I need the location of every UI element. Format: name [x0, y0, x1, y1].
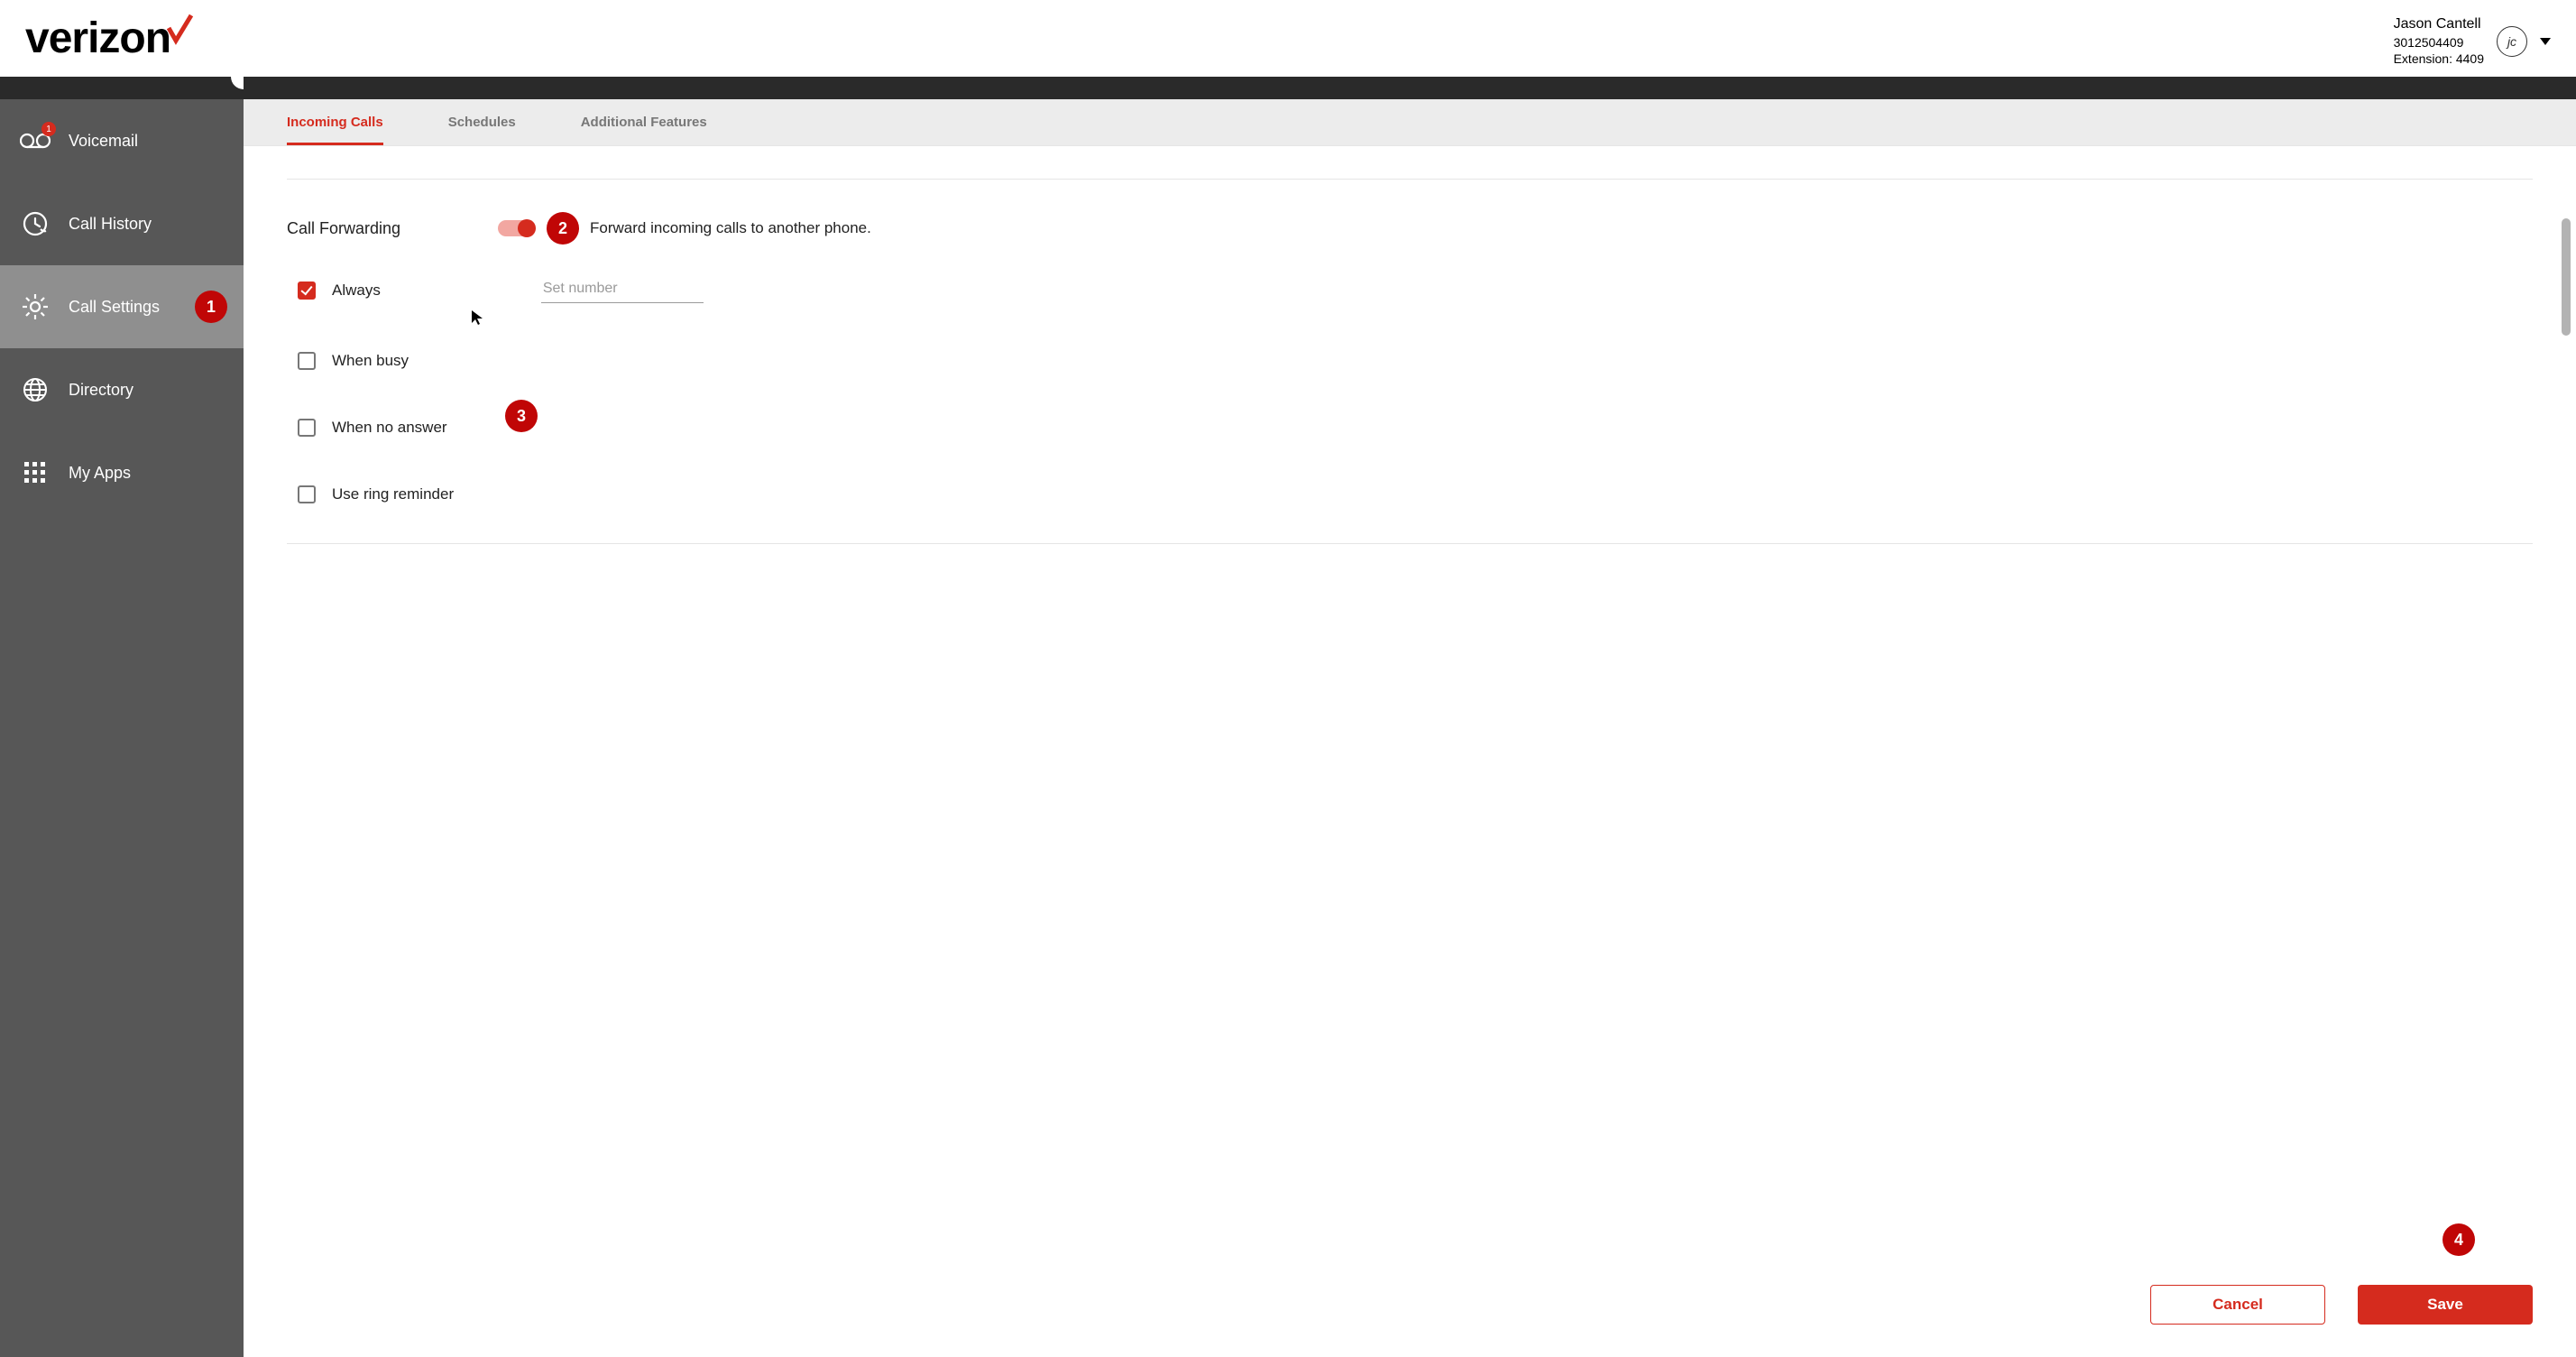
sidebar-item-voicemail[interactable]: 1 Voicemail — [0, 99, 244, 182]
user-menu-caret-icon[interactable] — [2540, 38, 2551, 45]
annotation-step-2: 2 — [547, 212, 579, 245]
sidebar-item-label: Directory — [69, 381, 133, 400]
annotation-step-4: 4 — [2443, 1223, 2475, 1256]
sidebar-item-label: My Apps — [69, 464, 131, 483]
user-extension: Extension: 4409 — [2394, 51, 2484, 68]
cursor-icon — [471, 309, 483, 326]
option-no-answer-row: When no answer — [298, 419, 2533, 437]
option-ring-reminder-row: Use ring reminder — [298, 485, 2533, 503]
settings-panel: Call Forwarding 2 Forward incoming calls… — [244, 146, 2576, 1260]
sidebar-item-my-apps[interactable]: My Apps — [0, 431, 244, 514]
tab-additional-features[interactable]: Additional Features — [581, 100, 707, 145]
option-label: Use ring reminder — [332, 485, 454, 503]
checkbox-ring-reminder[interactable] — [298, 485, 316, 503]
apps-grid-icon — [20, 457, 51, 488]
checkbox-always[interactable] — [298, 282, 316, 300]
cancel-button[interactable]: Cancel — [2150, 1285, 2325, 1325]
option-always-row: Always — [298, 277, 2533, 303]
checkbox-when-busy[interactable] — [298, 352, 316, 370]
tabs-bar: Incoming Calls Schedules Additional Feat… — [244, 99, 2576, 146]
call-history-icon — [20, 208, 51, 239]
set-number-input[interactable] — [541, 277, 704, 303]
call-forwarding-toggle[interactable] — [498, 220, 534, 236]
content-area: Incoming Calls Schedules Additional Feat… — [244, 77, 2576, 1357]
scrollbar-thumb[interactable] — [2562, 218, 2571, 336]
option-label: When busy — [332, 352, 409, 370]
sidebar-item-call-settings[interactable]: Call Settings 1 — [0, 265, 244, 348]
sidebar-item-label: Voicemail — [69, 132, 138, 151]
save-button[interactable]: Save — [2358, 1285, 2533, 1325]
user-info: Jason Cantell 3012504409 Extension: 4409 — [2394, 14, 2484, 68]
action-bar: 4 Cancel Save — [244, 1260, 2576, 1357]
checkbox-when-no-answer[interactable] — [298, 419, 316, 437]
user-phone: 3012504409 — [2394, 34, 2484, 51]
forwarding-options: Always When busy When no answer — [298, 277, 2533, 503]
sidebar-item-call-history[interactable]: Call History — [0, 182, 244, 265]
sidebar-item-label: Call Settings — [69, 298, 160, 317]
tab-schedules[interactable]: Schedules — [448, 100, 516, 145]
voicemail-badge: 1 — [41, 122, 56, 136]
sidebar-top-strip — [0, 77, 244, 99]
brand-text: verizon — [25, 17, 170, 60]
user-name: Jason Cantell — [2394, 14, 2484, 34]
avatar[interactable]: jc — [2497, 26, 2527, 57]
sidebar-item-label: Call History — [69, 215, 152, 234]
brand-logo: verizon — [25, 17, 194, 65]
gear-icon — [20, 291, 51, 322]
sidebar: 1 Voicemail Call History — [0, 77, 244, 1357]
section-description: Forward incoming calls to another phone. — [590, 219, 871, 237]
topbar: verizon Jason Cantell 3012504409 Extensi… — [0, 0, 2576, 77]
verizon-check-icon — [167, 14, 194, 61]
section-title: Call Forwarding — [287, 219, 440, 238]
globe-icon — [20, 374, 51, 405]
user-block: Jason Cantell 3012504409 Extension: 4409… — [2394, 14, 2551, 68]
section-call-forwarding: Call Forwarding 2 Forward incoming calls… — [287, 179, 2533, 543]
annotation-step-1: 1 — [195, 291, 227, 323]
sidebar-item-directory[interactable]: Directory — [0, 348, 244, 431]
voicemail-icon: 1 — [20, 125, 51, 156]
option-busy-row: When busy — [298, 352, 2533, 370]
option-label: When no answer — [332, 419, 447, 437]
option-label: Always — [332, 282, 381, 300]
content-top-strip — [244, 77, 2576, 99]
tab-incoming-calls[interactable]: Incoming Calls — [287, 100, 383, 145]
